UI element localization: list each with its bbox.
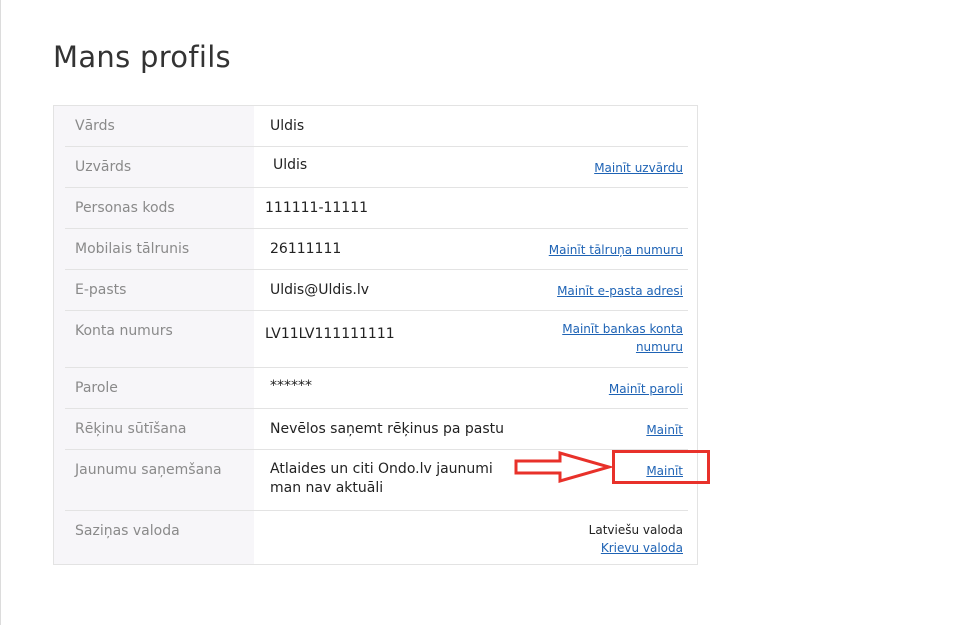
row-invoice-delivery: Rēķinu sūtīšana Nevēlos saņemt rēķinus p…: [65, 409, 688, 450]
label-account-number: Konta numurs: [75, 323, 173, 339]
label-personal-code: Personas kods: [75, 200, 175, 216]
label-last-name: Uzvārds: [75, 159, 132, 175]
value-last-name: Uldis: [273, 157, 308, 173]
annotation-arrow-icon: [514, 451, 613, 483]
value-email: Uldis@Uldis.lv: [270, 282, 370, 298]
language-current: Latviešu valoda: [588, 523, 683, 537]
value-account-number: LV11LV111111111: [265, 326, 395, 342]
value-password: ******: [270, 378, 312, 394]
row-personal-code: Personas kods 111111-11111: [65, 188, 688, 229]
label-mobile-phone: Mobilais tālrunis: [75, 241, 190, 257]
language-russian-link[interactable]: Krievu valoda: [601, 541, 683, 555]
row-account-number: Konta numurs LV11LV111111111 Mainīt bank…: [65, 311, 688, 368]
change-password-link[interactable]: Mainīt paroli: [609, 380, 683, 398]
label-invoice-delivery: Rēķinu sūtīšana: [75, 421, 187, 437]
change-last-name-link[interactable]: Mainīt uzvārdu: [594, 159, 683, 177]
row-mobile-phone: Mobilais tālrunis 26111111 Mainīt tālruņ…: [65, 229, 688, 270]
row-first-name: Vārds Uldis: [65, 106, 688, 147]
value-personal-code: 111111-11111: [265, 200, 369, 216]
label-first-name: Vārds: [75, 118, 115, 134]
page-title: Mans profils: [53, 40, 231, 74]
row-communication-language: Saziņas valoda Latviešu valoda Krievu va…: [65, 511, 688, 564]
page-left-border: [0, 0, 1, 625]
annotation-highlight-box: [612, 450, 710, 484]
row-last-name: Uzvārds Uldis Mainīt uzvārdu: [65, 147, 688, 188]
value-newsletter: Atlaides un citi Ondo.lv jaunumi man nav…: [270, 461, 493, 496]
change-bank-account-link[interactable]: Mainīt bankas konta numuru: [543, 320, 683, 356]
label-email: E-pasts: [75, 282, 127, 298]
change-invoice-delivery-link[interactable]: Mainīt: [646, 421, 683, 439]
label-communication-language: Saziņas valoda: [75, 523, 180, 539]
label-password: Parole: [75, 380, 118, 396]
change-phone-link[interactable]: Mainīt tālruņa numuru: [549, 241, 683, 259]
value-mobile-phone: 26111111: [270, 241, 342, 257]
value-first-name: Uldis: [270, 118, 305, 134]
label-newsletter: Jaunumu saņemšana: [75, 462, 222, 478]
value-invoice-delivery: Nevēlos saņemt rēķinus pa pastu: [270, 421, 505, 437]
profile-table: Vārds Uldis Uzvārds Uldis Mainīt uzvārdu…: [53, 105, 698, 565]
row-password: Parole ****** Mainīt paroli: [65, 368, 688, 409]
change-email-link[interactable]: Mainīt e-pasta adresi: [557, 282, 683, 300]
row-email: E-pasts Uldis@Uldis.lv Mainīt e-pasta ad…: [65, 270, 688, 311]
